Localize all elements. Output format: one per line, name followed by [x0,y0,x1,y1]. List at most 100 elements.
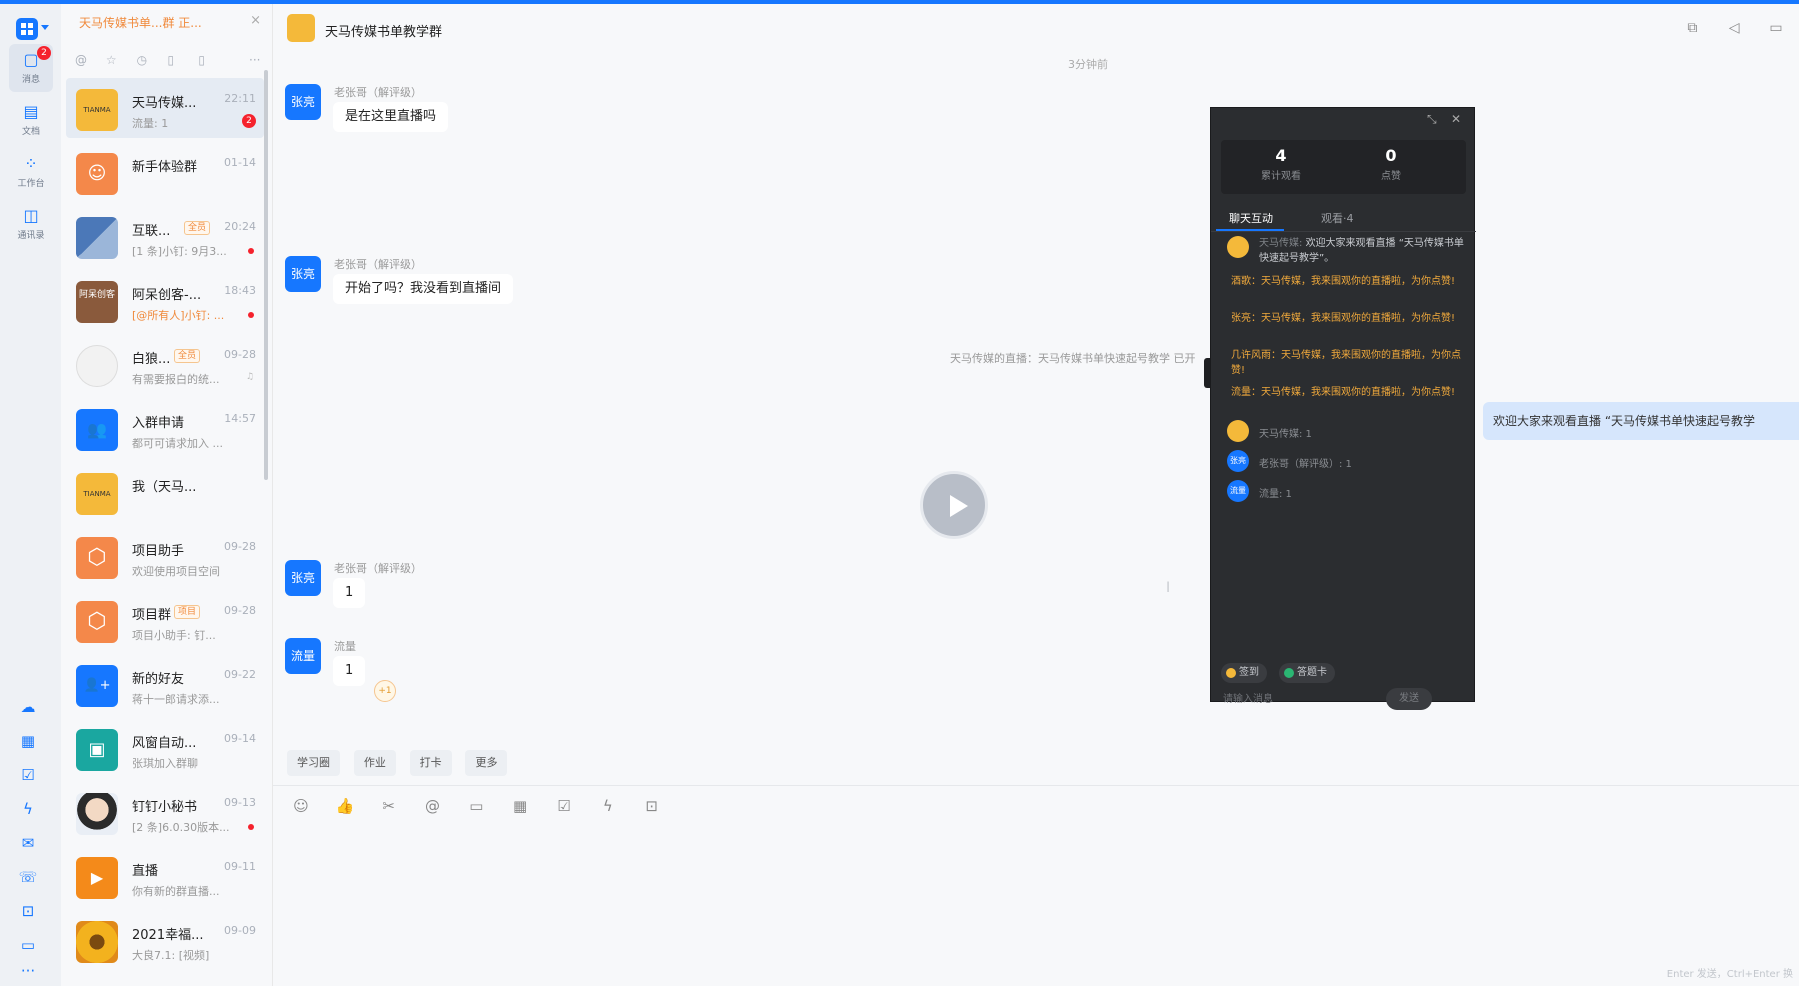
ding-icon[interactable]: ϟ [598,796,618,816]
answer-card-button[interactable]: 答题卡 [1279,663,1335,683]
list-item[interactable]: 互联... 全员 20:24 [1 条]小钉: 9月3... [66,206,264,266]
chat-header: 天马传媒书单教学群 ⧉ ◁ ▭ [273,4,1799,52]
avatar: 👥 [76,409,118,451]
chat-title[interactable]: 天马传媒书单教学群 [325,21,442,40]
live-notice-bubble[interactable]: 欢迎大家来观看直播 “天马传媒书单快速起号教学 [1483,402,1799,440]
conversation-name: 项目助手 [132,544,185,559]
message-bubble[interactable]: 是在这里直播吗 [333,102,449,132]
live-icon[interactable]: ⊡ [642,796,662,816]
cloud-icon[interactable]: ☁ [17,696,39,718]
list-item[interactable]: 2021幸福... 09-09 大良7.1: [视频] [66,910,264,970]
send-hint: Enter 发送，Ctrl+Enter 换 [1666,969,1793,980]
bookmark-icon[interactable]: ▯ [167,52,183,68]
mention-icon[interactable]: @ [75,52,91,68]
message-bubble[interactable]: 开始了吗？我没看到直播间 [333,274,514,304]
list-item[interactable]: 👤+ 新的好友 09-22 蒋十一郎请求添... [66,654,264,714]
quick-action-homework[interactable]: 作业 [353,750,396,776]
list-item[interactable]: ⬡ 项目群 项目 09-28 项目小助手: 钉... [66,590,264,650]
list-item[interactable]: ▶ 直播 09-11 你有新的群直播... [66,846,264,906]
avatar[interactable]: 张亮 [285,84,321,120]
rail-item-contacts[interactable]: ◫ 通讯录 [9,200,53,248]
contacts-icon: ◫ [23,206,39,225]
conversation-preview: [1 条]小钉: 9月3... [132,245,227,258]
list-item[interactable]: ⬡ 项目助手 09-28 欢迎使用项目空间 [66,526,264,586]
tab-chat[interactable]: 聊天互动 [1229,210,1273,226]
time-separator: 3分钟前 [1068,58,1108,71]
quick-action-checkin[interactable]: 打卡 [409,750,452,776]
live-send-button[interactable]: 发送 [1386,688,1432,710]
conversation-name: 天马传媒... [132,96,197,111]
rail-item-workbench[interactable]: ⁘ 工作台 [9,148,53,196]
conversation-name: 新手体验群 [132,160,198,175]
folder-icon[interactable]: ▭ [17,934,39,956]
text-cursor-icon: I [1166,580,1171,596]
more-icon[interactable]: ··· [249,52,265,68]
rail-item-messages[interactable]: ▢ 消息 2 [9,44,53,92]
star-icon[interactable]: ☆ [106,52,122,68]
play-icon[interactable] [920,471,988,539]
list-item[interactable]: 阿呆创客 阿呆创客-... 18:43 [@所有人]小钉: ... [66,270,264,330]
avatar[interactable]: 张亮 [285,256,321,292]
plus-one-reaction[interactable]: +1 [374,680,396,702]
list-item[interactable]: 白狼... 全员 09-28 有需要报白的统... ♫ [66,334,264,394]
mention-icon[interactable]: @ [422,796,442,816]
speaker-icon[interactable]: ◁ [1725,19,1743,37]
pinned-tab-title[interactable]: 天马传媒书单...群 正... [79,14,202,31]
rail-label-workbench: 工作台 [17,179,45,189]
app-grid-icon[interactable] [16,18,38,40]
list-item[interactable]: 钉钉小秘书 09-13 [2 条]6.0.30版本... [66,782,264,842]
docs-small-icon[interactable]: ⊡ [17,900,39,922]
close-icon[interactable]: ✕ [1451,112,1461,126]
list-item[interactable]: TIANMA 我（天马... [66,462,264,522]
list-item[interactable]: TIANMA 天马传媒... 22:11 流量: 1 2 [66,78,264,138]
calendar-icon[interactable]: ▦ [17,730,39,752]
quick-action-more[interactable]: 更多 [465,750,508,776]
chevron-down-icon[interactable] [41,25,49,30]
clock-icon[interactable]: ◷ [137,52,153,68]
pinned-tab[interactable]: 天马传媒书单...群 正... × [61,4,273,44]
list-item[interactable]: ▣ 风窗自动... 09-14 张琪加入群聊 [66,718,264,778]
phone-icon[interactable]: ☏ [17,866,39,888]
live-panel-titlebar: ⤡ ✕ [1211,108,1476,132]
conversation-time: 18:43 [224,284,256,297]
answer-card-label: 答题卡 [1297,667,1327,678]
close-icon[interactable]: × [250,13,261,28]
likes-label: 点赞 [1381,171,1401,182]
screen-share-icon[interactable]: ⧉ [1683,19,1701,37]
list-item[interactable]: ☺ 新手体验群 01-14 [66,142,264,202]
avatar: 流量 [1227,480,1249,502]
thumbs-up-icon[interactable]: 👍 [335,796,355,816]
quick-action-learning[interactable]: 学习圈 [287,750,340,776]
todo-icon[interactable]: ☑ [17,764,39,786]
folder-icon[interactable]: ▭ [1767,19,1785,37]
emoji-icon[interactable]: ☺ [291,796,311,816]
mail-icon[interactable]: ✉ [17,832,39,854]
conversation-time: 14:57 [224,412,256,425]
avatar [76,345,118,387]
calendar-icon[interactable]: ▦ [510,796,530,816]
avatar[interactable]: 流量 [285,638,321,674]
more-icon[interactable]: ··· [17,960,39,982]
avatar[interactable]: 张亮 [285,560,321,596]
message-bubble[interactable]: 1 [333,656,366,686]
live-message-input[interactable]: 请输入消息 [1223,690,1273,705]
compose-toolbar: ☺ 👍 ✂ @ ▭ ▦ ☑ ϟ ⊡ [291,796,682,816]
scissors-icon[interactable]: ✂ [379,796,399,816]
conversation-name: 2021幸福... [132,928,204,943]
list-item[interactable]: 👥 入群申请 14:57 都可可请求加入 ... [66,398,264,458]
interaction-count: 流量: 1 [1259,489,1292,500]
conversation-name: 白狼... [132,352,171,367]
system-message: 天马传媒的直播：天马传媒书单快速起号教学 已开 [950,352,1196,365]
file-icon[interactable]: ▯ [198,52,214,68]
shrink-icon[interactable]: ⤡ [1427,112,1437,127]
interaction-count: 老张哥（解评级）: 1 [1259,459,1352,470]
rail-item-docs[interactable]: ▤ 文档 [9,96,53,144]
signin-button[interactable]: 签到 [1221,663,1267,683]
group-avatar[interactable] [287,14,315,42]
folder-icon[interactable]: ▭ [466,796,486,816]
ding-icon[interactable]: ϟ [17,798,39,820]
todo-icon[interactable]: ☑ [554,796,574,816]
message-bubble[interactable]: 1 [333,578,366,608]
tab-viewers[interactable]: 观看·4 [1321,210,1354,226]
conversation-scrollbar[interactable] [264,70,268,480]
